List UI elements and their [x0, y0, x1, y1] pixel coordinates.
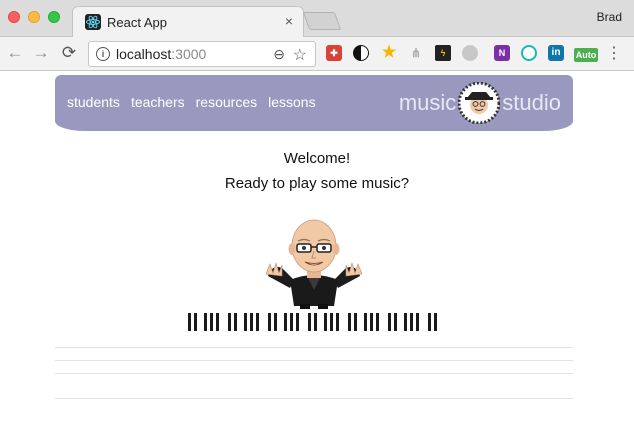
lightning-icon[interactable]: ϟ	[435, 45, 451, 61]
nav-link-resources[interactable]: resources	[196, 94, 257, 110]
browser-menu-icon[interactable]: ⋮	[606, 43, 622, 63]
divider-line	[55, 373, 573, 374]
logo-text-right: studio	[502, 90, 561, 115]
new-tab-button[interactable]	[302, 12, 342, 30]
reload-button[interactable]: ⟳	[59, 43, 79, 63]
tree-icon[interactable]: ⋔	[408, 45, 424, 61]
react-favicon-icon	[85, 14, 101, 30]
tab-title: React App	[107, 15, 167, 30]
site-nav: students teachers resources lessons	[67, 94, 316, 110]
forward-button[interactable]: →	[31, 43, 51, 63]
logo-text-left: music	[398, 90, 457, 115]
back-button[interactable]: ←	[5, 43, 25, 63]
ring-icon[interactable]	[521, 45, 537, 61]
zoom-icon[interactable]: ⊖	[273, 46, 285, 63]
auto-icon[interactable]: Auto	[574, 48, 598, 62]
grey-circle-icon[interactable]	[462, 45, 478, 61]
url-text[interactable]: localhost:3000	[116, 46, 206, 62]
browser-tab[interactable]: React App ×	[72, 6, 304, 38]
address-bar[interactable]: i localhost:3000 ⊖ ☆	[88, 41, 316, 67]
nav-link-lessons[interactable]: lessons	[268, 94, 315, 110]
window-minimize-button[interactable]	[28, 11, 40, 23]
site-logo[interactable]: music studio	[398, 82, 561, 124]
window-maximize-button[interactable]	[48, 11, 60, 23]
url-port: :3000	[171, 46, 207, 62]
profile-name[interactable]: Brad	[597, 10, 622, 24]
tab-close-icon[interactable]: ×	[285, 13, 293, 29]
extension-1-icon[interactable]: ✚	[326, 45, 342, 61]
piano-keys-icon	[188, 313, 437, 331]
divider-line	[55, 347, 573, 348]
onenote-icon[interactable]: N	[494, 45, 510, 61]
divider-line	[55, 398, 573, 399]
window-close-button[interactable]	[8, 11, 20, 23]
site-header: students teachers resources lessons musi…	[55, 75, 573, 131]
welcome-subtitle: Ready to play some music?	[224, 175, 410, 192]
nav-link-students[interactable]: students	[67, 94, 120, 110]
linkedin-icon[interactable]: in	[548, 45, 564, 61]
contrast-icon[interactable]	[353, 45, 369, 61]
browser-toolbar: ← → ⟳ i localhost:3000 ⊖ ☆ ✚ ★ ⋔ ϟ N in …	[0, 37, 634, 71]
divider-line	[55, 360, 573, 361]
url-host: localhost	[116, 46, 172, 62]
site-info-icon[interactable]: i	[96, 47, 110, 61]
teacher-avatar	[265, 219, 363, 309]
star-extension-icon[interactable]: ★	[381, 45, 397, 61]
welcome-heading: Welcome!	[283, 150, 351, 167]
bookmark-star-icon[interactable]: ☆	[293, 45, 307, 65]
title-bar: React App × Brad	[0, 0, 634, 38]
logo-disc-icon	[458, 82, 501, 124]
nav-link-teachers[interactable]: teachers	[131, 94, 185, 110]
